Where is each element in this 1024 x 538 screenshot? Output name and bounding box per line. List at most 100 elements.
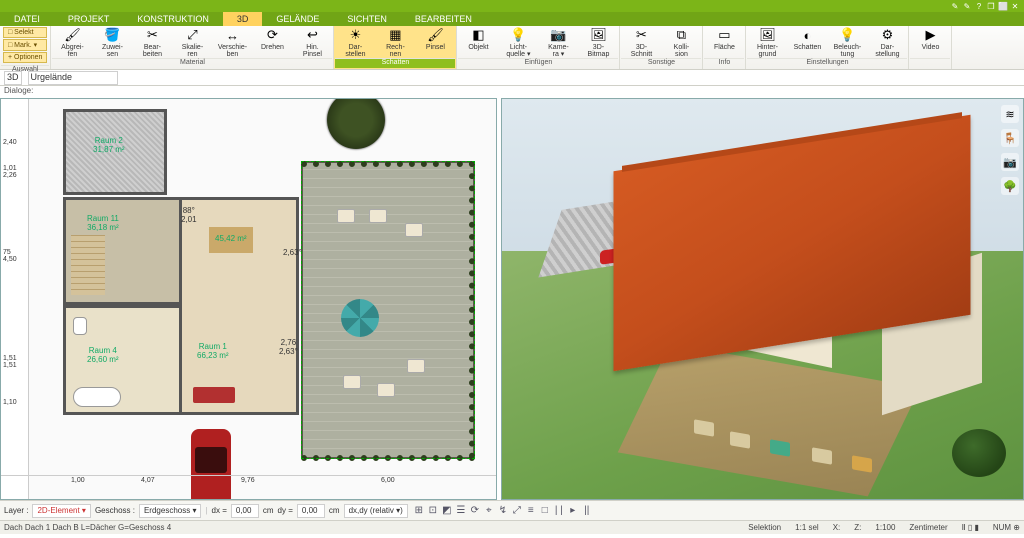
unit-label: cm bbox=[329, 506, 340, 515]
tool-icon: ▦ bbox=[386, 27, 404, 43]
patio-chair[interactable] bbox=[405, 223, 423, 237]
geschoss-combo[interactable]: Erdgeschoss ▾ bbox=[139, 504, 201, 518]
status-tool-icon[interactable]: | | bbox=[552, 504, 566, 518]
pencil-icon[interactable]: ✎ bbox=[950, 1, 960, 11]
status-tool-icon[interactable]: || bbox=[580, 504, 594, 518]
tree-icon[interactable]: 🌳 bbox=[1001, 177, 1019, 195]
ribbon-btn-objekt[interactable]: ◧Objekt bbox=[458, 26, 498, 58]
ribbon-btn-bearbeiten[interactable]: ✂Bear- beiten bbox=[132, 26, 172, 58]
bathtub[interactable] bbox=[73, 387, 121, 407]
menu-datei[interactable]: DATEI bbox=[0, 12, 54, 26]
status-tool-icon[interactable]: ≡ bbox=[524, 504, 538, 518]
ribbon-btn-flche[interactable]: ▭Fläche bbox=[704, 26, 744, 58]
menu-3d[interactable]: 3D bbox=[223, 12, 263, 26]
stairs[interactable] bbox=[71, 235, 105, 295]
layer-combo[interactable]: 2D-Element ▾ bbox=[32, 504, 90, 518]
view3d-tools: ≋ 🪑 📷 🌳 bbox=[1001, 105, 1019, 195]
title-bar: ✎ ✎ ? ❐ ⬜ ✕ bbox=[0, 0, 1024, 12]
layers-icon[interactable]: ≋ bbox=[1001, 105, 1019, 123]
ribbon-btn-dschnitt[interactable]: ✂3D- Schnitt bbox=[621, 26, 661, 58]
ribbon-btn-schatten[interactable]: ◐Schatten bbox=[787, 26, 827, 58]
menu-konstruktion[interactable]: KONSTRUKTION bbox=[123, 12, 223, 26]
room-label: 45,42 m² bbox=[215, 235, 247, 244]
patio[interactable] bbox=[301, 161, 475, 459]
status-tool-icon[interactable]: ◩ bbox=[440, 504, 454, 518]
selection-options[interactable]: □ Selekt □ Mark. ▾ + Optionen bbox=[1, 26, 49, 65]
maximize-icon[interactable]: ⬜ bbox=[998, 1, 1008, 11]
ribbon-btn-zuweisen[interactable]: 🪣Zuwei- sen bbox=[92, 26, 132, 58]
menu-bearbeiten[interactable]: BEARBEITEN bbox=[401, 12, 486, 26]
opt-optionen[interactable]: + Optionen bbox=[3, 52, 47, 63]
view-2d-plan[interactable]: 2,401,01 2,2675 4,501,51 1,511,10 bbox=[0, 98, 497, 500]
ribbon-btn-abgreifen[interactable]: 🖌Abgrei- fen bbox=[52, 26, 92, 58]
ribbon-btn-hinpinsel[interactable]: ↩Hin. Pinsel bbox=[292, 26, 332, 58]
tool-label: Verschie- ben bbox=[218, 44, 247, 58]
status-tool-icon[interactable]: ⤢ bbox=[510, 504, 524, 518]
patio-chair[interactable] bbox=[343, 375, 361, 389]
tool-icon: ◐ bbox=[798, 27, 816, 43]
pencil2-icon[interactable]: ✎ bbox=[962, 1, 972, 11]
umbrella-icon[interactable] bbox=[341, 299, 379, 337]
tool-icon: 🖌 bbox=[426, 27, 444, 43]
furniture-icon[interactable]: 🪑 bbox=[1001, 129, 1019, 147]
bush-3d-icon[interactable] bbox=[952, 429, 1006, 477]
tool-label: Drehen bbox=[261, 44, 284, 51]
dim-tick: 9,76 bbox=[241, 477, 255, 484]
status-tool-icon[interactable]: ⌖ bbox=[482, 504, 496, 518]
ribbon-caption: Einstellungen bbox=[747, 58, 907, 68]
car-icon[interactable] bbox=[191, 429, 231, 500]
camera-icon[interactable]: 📷 bbox=[1001, 153, 1019, 171]
dx-input[interactable]: 0,00 bbox=[231, 504, 259, 518]
ribbon-btn-hintergrund[interactable]: 🖼Hinter- grund bbox=[747, 26, 787, 58]
menu-sichten[interactable]: SICHTEN bbox=[333, 12, 401, 26]
patio-chair[interactable] bbox=[337, 209, 355, 223]
ribbon-btn-verschieben[interactable]: ↔Verschie- ben bbox=[212, 26, 252, 58]
tool-label: 3D- Bitmap bbox=[588, 44, 610, 58]
tool-label: Bear- beiten bbox=[143, 44, 162, 58]
dy-input[interactable]: 0,00 bbox=[297, 504, 325, 518]
tree-icon[interactable] bbox=[327, 98, 385, 149]
ribbon-btn-darstellung[interactable]: ⚙Dar- stellung bbox=[867, 26, 907, 58]
ribbon-btn-kamera[interactable]: 📷Kame- ra ▾ bbox=[538, 26, 578, 58]
tool-label: Pinsel bbox=[426, 44, 445, 51]
view-3d[interactable]: ≋ 🪑 📷 🌳 bbox=[501, 98, 1024, 500]
status-field: Z: bbox=[854, 523, 861, 532]
status-tool-icon[interactable]: ⊞ bbox=[412, 504, 426, 518]
ribbon-btn-darstellen[interactable]: ☀Dar- stellen bbox=[335, 26, 375, 58]
status-tool-icon[interactable]: ☰ bbox=[454, 504, 468, 518]
close-icon[interactable]: ✕ bbox=[1010, 1, 1020, 11]
opt-mark[interactable]: □ Mark. ▾ bbox=[3, 39, 47, 51]
ribbon-group-schatten: ☀Dar- stellen▦Rech- nen🖌PinselSchatten bbox=[334, 26, 457, 69]
ribbon-btn-lichtquelle[interactable]: 💡Licht- quelle ▾ bbox=[498, 26, 538, 58]
ribbon-btn-pinsel[interactable]: 🖌Pinsel bbox=[415, 26, 455, 58]
status-tool-icon[interactable]: ↯ bbox=[496, 504, 510, 518]
status-tool-icon[interactable]: ▸ bbox=[566, 504, 580, 518]
patio-chair[interactable] bbox=[407, 359, 425, 373]
ribbon-btn-skalieren[interactable]: ⤢Skalie- ren bbox=[172, 26, 212, 58]
view-tab-3d[interactable]: 3D bbox=[4, 71, 22, 85]
ribbon-btn-video[interactable]: ▶Video bbox=[910, 26, 950, 58]
sofa[interactable] bbox=[193, 387, 235, 403]
status-tool-icon[interactable]: ⊡ bbox=[426, 504, 440, 518]
patio-chair[interactable] bbox=[369, 209, 387, 223]
opt-selekt[interactable]: □ Selekt bbox=[3, 27, 47, 38]
ribbon-btn-beleuchtung[interactable]: 💡Beleuch- tung bbox=[827, 26, 867, 58]
menu-gelände[interactable]: GELÄNDE bbox=[262, 12, 333, 26]
ribbon-btn-rechnen[interactable]: ▦Rech- nen bbox=[375, 26, 415, 58]
ribbon-caption bbox=[910, 58, 950, 68]
tool-label: Kolli- sion bbox=[674, 44, 690, 58]
tool-label: 3D- Schnitt bbox=[631, 44, 652, 58]
patio-chair[interactable] bbox=[377, 383, 395, 397]
help-icon[interactable]: ? bbox=[974, 1, 984, 11]
toilet[interactable] bbox=[73, 317, 87, 335]
minimize-icon[interactable]: ❐ bbox=[986, 1, 996, 11]
status-tool-icon[interactable]: □ bbox=[538, 504, 552, 518]
dim-tick: 1,00 bbox=[71, 477, 85, 484]
ribbon-btn-drehen[interactable]: ⟳Drehen bbox=[252, 26, 292, 58]
ribbon-btn-dbitmap[interactable]: 🖼3D- Bitmap bbox=[578, 26, 618, 58]
ribbon-btn-kollision[interactable]: ⧉Kolli- sion bbox=[661, 26, 701, 58]
terrain-combo[interactable]: Urgelände bbox=[28, 71, 118, 85]
menu-projekt[interactable]: PROJEKT bbox=[54, 12, 124, 26]
coord-mode-combo[interactable]: dx,dy (relativ ▾) bbox=[344, 504, 408, 518]
status-tool-icon[interactable]: ⟳ bbox=[468, 504, 482, 518]
